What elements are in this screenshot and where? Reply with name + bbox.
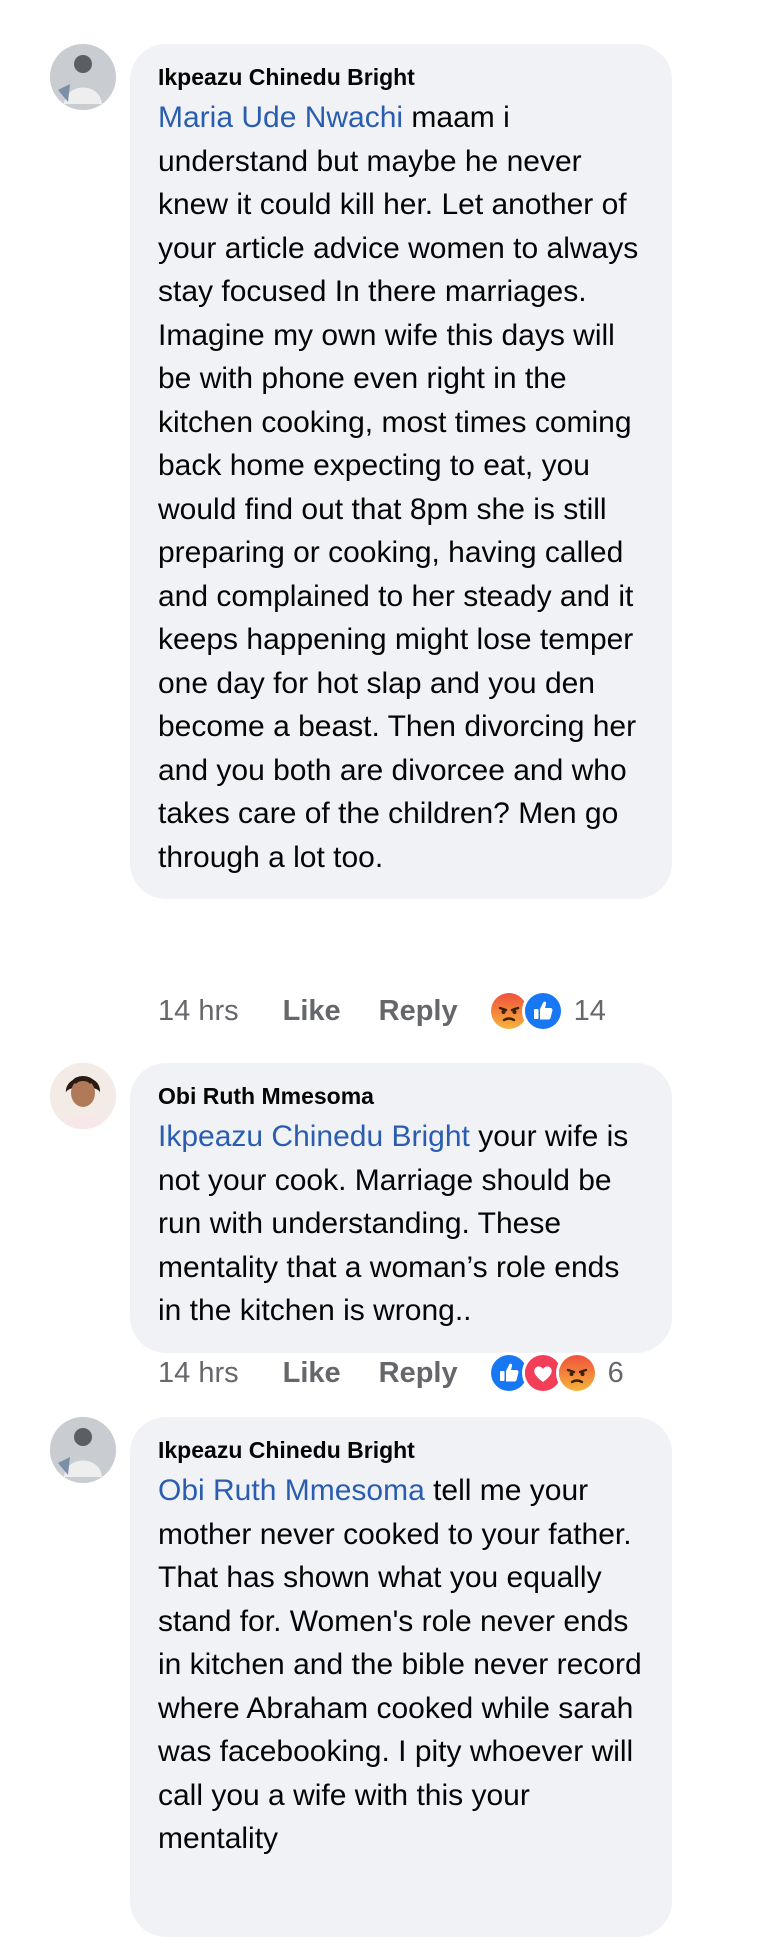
reaction-count: 6 — [607, 1356, 624, 1389]
comment-actions: 14 hrs Like Reply 14 — [158, 989, 606, 1033]
comment-text: Ikpeazu Chinedu Bright your wife is not … — [158, 1115, 644, 1333]
comment-author[interactable]: Ikpeazu Chinedu Bright — [158, 62, 644, 92]
avatar[interactable] — [50, 1417, 116, 1483]
reactions-summary[interactable]: 14 — [487, 990, 606, 1032]
reaction-count: 14 — [573, 994, 606, 1027]
reactions-summary[interactable]: 6 — [487, 1352, 624, 1394]
comment-body: maam i understand but maybe he never kne… — [158, 101, 639, 874]
comment-author[interactable]: Ikpeazu Chinedu Bright — [158, 1435, 644, 1465]
mention-link[interactable]: Ikpeazu Chinedu Bright — [158, 1120, 470, 1153]
like-reaction-icon — [521, 990, 564, 1032]
comment-text: Maria Ude Nwachi maam i understand but m… — [158, 96, 644, 879]
timestamp[interactable]: 14 hrs — [158, 995, 239, 1028]
comment-author[interactable]: Obi Ruth Mmesoma — [158, 1081, 644, 1111]
comment-body: tell me your mother never cooked to your… — [158, 1474, 642, 1855]
mention-link[interactable]: Maria Ude Nwachi — [158, 101, 403, 134]
avatar[interactable] — [50, 1063, 116, 1129]
comment-actions: 14 hrs Like Reply 6 — [158, 1351, 624, 1395]
reply-button[interactable]: Reply — [379, 1357, 458, 1390]
like-button[interactable]: Like — [283, 1357, 341, 1390]
timestamp[interactable]: 14 hrs — [158, 1357, 239, 1390]
like-button[interactable]: Like — [283, 995, 341, 1028]
comment-bubble: Obi Ruth Mmesoma Ikpeazu Chinedu Bright … — [130, 1063, 672, 1353]
angry-reaction-icon — [555, 1352, 598, 1394]
comment-bubble: Ikpeazu Chinedu Bright Maria Ude Nwachi … — [130, 44, 672, 899]
reply-button[interactable]: Reply — [379, 995, 458, 1028]
avatar[interactable] — [50, 44, 116, 110]
mention-link[interactable]: Obi Ruth Mmesoma — [158, 1474, 425, 1507]
comment-bubble: Ikpeazu Chinedu Bright Obi Ruth Mmesoma … — [130, 1417, 672, 1937]
comment-text: Obi Ruth Mmesoma tell me your mother nev… — [158, 1469, 644, 1861]
